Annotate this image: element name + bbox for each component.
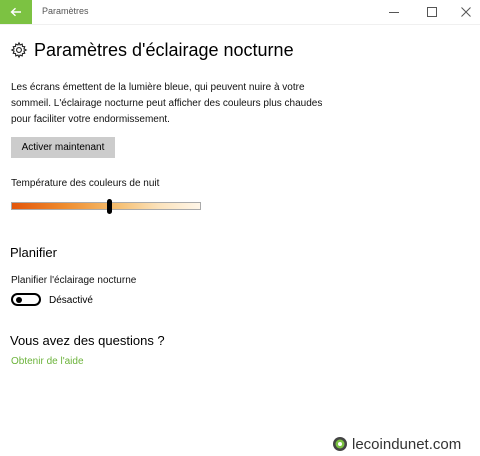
schedule-heading: Planifier xyxy=(10,245,57,260)
page-title: Paramètres d'éclairage nocturne xyxy=(34,39,294,60)
back-button[interactable] xyxy=(0,0,32,24)
site-logo-icon xyxy=(333,437,347,451)
watermark-text: lecoindunet.com xyxy=(352,435,462,453)
app-title: Paramètres xyxy=(42,6,89,16)
minimize-button[interactable] xyxy=(376,0,412,24)
temperature-slider-thumb[interactable] xyxy=(107,199,113,214)
description-text: Les écrans émettent de la lumière bleue,… xyxy=(11,82,323,125)
watermark: lecoindunet.com xyxy=(332,432,461,456)
back-arrow-icon xyxy=(10,7,21,17)
toggle-state-text: Désactivé xyxy=(49,295,93,306)
minimize-icon xyxy=(389,12,399,13)
close-button[interactable] xyxy=(448,0,480,24)
gear-icon xyxy=(10,41,28,59)
page-header: Paramètres d'éclairage nocturne xyxy=(10,38,294,62)
maximize-icon xyxy=(427,7,437,17)
questions-heading: Vous avez des questions ? xyxy=(10,333,165,348)
activate-now-button[interactable]: Activer maintenant xyxy=(11,137,115,158)
maximize-button[interactable] xyxy=(414,0,450,24)
title-bar: Paramètres xyxy=(0,0,480,25)
close-icon xyxy=(461,7,471,17)
temperature-label: Température des couleurs de nuit xyxy=(11,178,160,189)
get-help-link[interactable]: Obtenir de l'aide xyxy=(11,356,84,367)
schedule-toggle-label: Planifier l'éclairage nocturne xyxy=(11,275,137,286)
temperature-slider-track[interactable] xyxy=(11,202,201,210)
schedule-toggle[interactable] xyxy=(11,293,41,306)
toggle-knob xyxy=(16,297,22,303)
